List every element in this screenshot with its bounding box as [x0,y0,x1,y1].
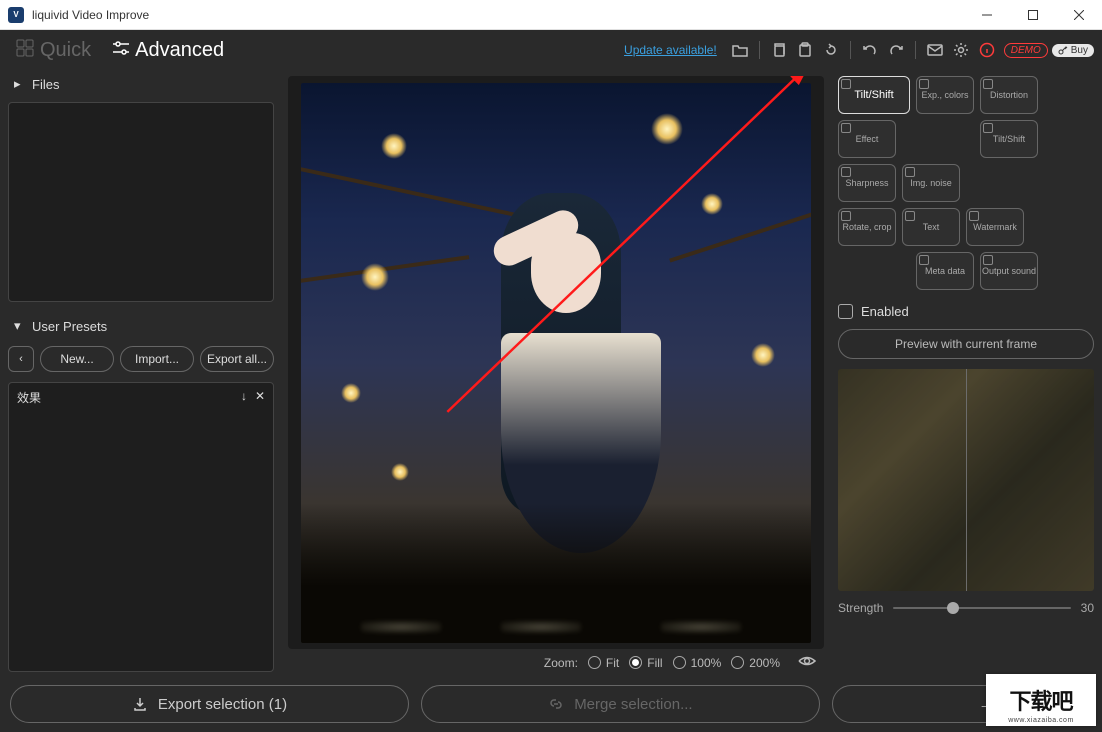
rotate-left-button[interactable] [818,37,844,63]
save-to-button[interactable]: → Save to... [832,685,1092,723]
window-title: liquivid Video Improve [32,8,964,22]
effect-tile-imgnoise[interactable]: Img. noise [902,164,960,202]
preview-image [301,83,811,643]
effect-tile-tiltshift[interactable]: Tilt/Shift [980,120,1038,158]
chevron-right-icon: ▸ [14,76,26,92]
effect-tile-effect[interactable]: Effect [838,120,896,158]
tile-checkbox[interactable] [841,167,851,177]
strength-label: Strength [838,601,883,615]
preset-prev-button[interactable]: ‹ [8,346,34,372]
preset-download-icon[interactable]: ↓ [241,389,247,403]
chevron-down-icon: ▾ [14,318,26,334]
preset-list: 效果 ↓ ✕ [8,382,274,672]
info-button[interactable] [974,37,1000,63]
key-icon [1058,45,1068,55]
effect-tile-expcolors[interactable]: Exp., colors [916,76,974,114]
presets-header[interactable]: ▾ User Presets [6,312,276,340]
files-drop-area[interactable] [8,102,274,302]
top-toolbar: Quick Advanced Update available! DEMO Bu… [0,30,1102,70]
slider-knob[interactable] [947,602,959,614]
app-icon: V [8,7,24,23]
undo-button[interactable] [857,37,883,63]
mode-advanced-label: Advanced [135,39,224,62]
zoom-fill[interactable]: Fill [629,656,662,670]
clipboard-button[interactable] [792,37,818,63]
center-panel: Zoom: Fit Fill 100% 200% [282,70,830,676]
files-header[interactable]: ▸ Files [6,70,276,98]
export-selection-button[interactable]: Export selection (1) [10,685,409,723]
grid-icon [16,39,34,62]
zoom-controls: Zoom: Fit Fill 100% 200% [288,649,824,670]
redo-button[interactable] [883,37,909,63]
toolbar-separator [915,41,916,59]
effect-tile-rotatecrop[interactable]: Rotate, crop [838,208,896,246]
preview-frame-button[interactable]: Preview with current frame [838,329,1094,359]
preset-delete-icon[interactable]: ✕ [255,389,265,403]
copy-button[interactable] [766,37,792,63]
tile-checkbox[interactable] [983,255,993,265]
tile-checkbox[interactable] [905,167,915,177]
effect-tile-text[interactable]: Text [902,208,960,246]
effect-tile-metadata[interactable]: Meta data [916,252,974,290]
visibility-toggle[interactable] [798,655,816,670]
left-sidebar: ▸ Files ▾ User Presets ‹ New... Import..… [0,70,282,676]
open-folder-button[interactable] [727,37,753,63]
effect-tile-sharpness[interactable]: Sharpness [838,164,896,202]
files-label: Files [32,77,59,92]
tile-checkbox[interactable] [841,123,851,133]
enabled-checkbox[interactable] [838,304,853,319]
presets-label: User Presets [32,319,107,334]
preview-divider[interactable] [966,369,967,591]
tile-checkbox[interactable] [841,211,851,221]
zoom-200[interactable]: 200% [731,656,780,670]
effect-tile-watermark[interactable]: Watermark [966,208,1024,246]
preset-export-button[interactable]: Export all... [200,346,274,372]
preset-import-button[interactable]: Import... [120,346,194,372]
buy-button[interactable]: Buy [1052,44,1094,57]
sliders-icon [111,39,129,62]
effect-tile-outputsound[interactable]: Output sound [980,252,1038,290]
tile-checkbox[interactable] [919,79,929,89]
window-titlebar: V liquivid Video Improve [0,0,1102,30]
update-available-link[interactable]: Update available! [624,43,717,57]
strength-value: 30 [1081,601,1094,615]
tile-checkbox[interactable] [919,255,929,265]
effect-preview-thumbnail [838,369,1094,591]
minimize-button[interactable] [964,0,1010,30]
zoom-100[interactable]: 100% [673,656,722,670]
mode-advanced[interactable]: Advanced [103,35,232,66]
tile-checkbox[interactable] [841,79,851,89]
maximize-button[interactable] [1010,0,1056,30]
zoom-label: Zoom: [544,656,578,670]
tile-checkbox[interactable] [969,211,979,221]
right-panel: Tilt/Shift Exp., colors Distortion Effec… [830,70,1102,676]
link-icon [548,696,564,712]
effects-grid: Tilt/Shift Exp., colors Distortion Effec… [838,76,1094,290]
tile-checkbox[interactable] [983,79,993,89]
enabled-label: Enabled [861,304,909,319]
export-icon [132,696,148,712]
preview-canvas[interactable] [288,76,824,649]
tile-checkbox[interactable] [905,211,915,221]
zoom-fit[interactable]: Fit [588,656,619,670]
effect-tile-distortion[interactable]: Distortion [980,76,1038,114]
tile-checkbox[interactable] [983,123,993,133]
strength-slider[interactable] [893,607,1070,609]
preset-new-button[interactable]: New... [40,346,114,372]
preset-item[interactable]: 效果 [17,389,41,406]
demo-badge: DEMO [1004,43,1048,58]
toolbar-separator [759,41,760,59]
effect-tile-tiltshift-active[interactable]: Tilt/Shift [838,76,910,114]
toolbar-separator [850,41,851,59]
mode-quick[interactable]: Quick [8,35,99,66]
mode-quick-label: Quick [40,39,91,62]
mail-button[interactable] [922,37,948,63]
bottom-bar: Export selection (1) Merge selection... … [0,676,1102,732]
merge-selection-button[interactable]: Merge selection... [421,685,820,723]
settings-button[interactable] [948,37,974,63]
buy-label: Buy [1071,45,1088,56]
close-button[interactable] [1056,0,1102,30]
